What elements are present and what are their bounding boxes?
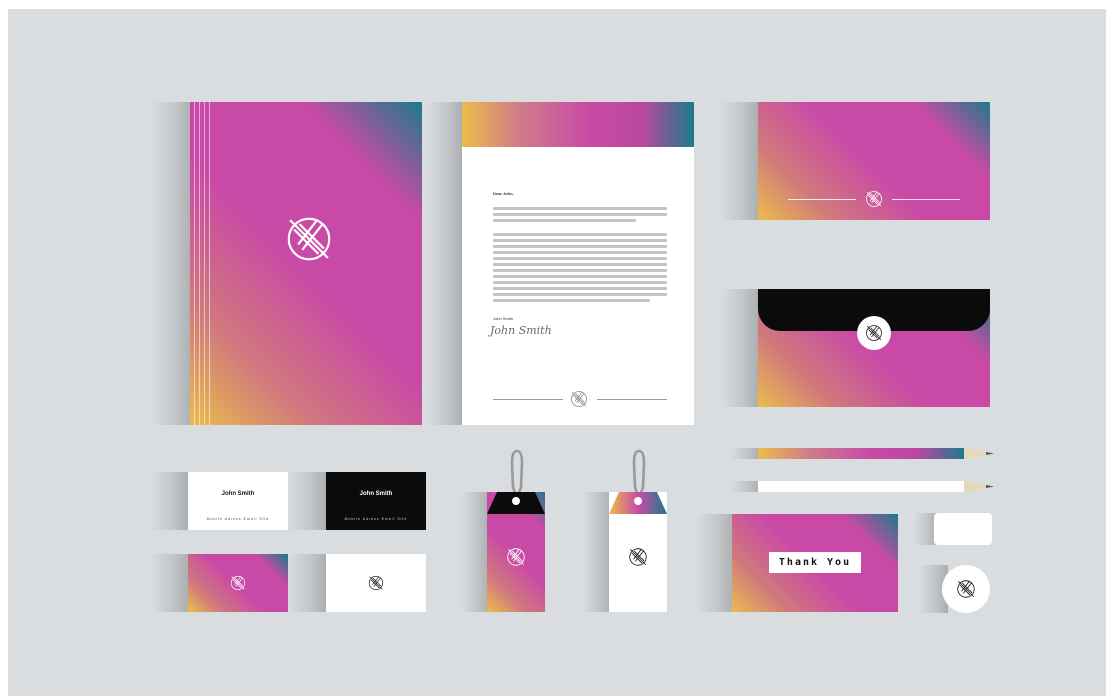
logo-mark-icon [627,546,649,568]
pencil-gradient [758,448,964,459]
bcard-shadow [150,554,190,612]
letterhead-header-band [462,102,694,147]
envelope-shadow [720,289,760,407]
card-contact-line: Mobile Adress Email Site [344,517,408,521]
mockup-stage: Dear John, John Smith John Smith John Sm… [8,9,1106,696]
logo-mark-icon [955,578,977,600]
logo-mark-icon [229,574,247,592]
thanks-shadow [696,514,736,612]
pencil-tip [964,448,994,459]
card-contact-line: Mobile Adress Email Site [206,517,270,521]
folder-shadow [152,102,194,425]
letter-footer-rule-left [493,399,563,400]
logo-mark-icon [367,574,385,592]
bcard-shadow [150,472,190,530]
pencil-shadow [730,481,760,492]
envelope [758,289,990,407]
tag-shadow [460,492,490,612]
logo-mark-icon [569,389,589,409]
hang-tag-white [609,492,667,612]
rect-sticker [934,513,992,545]
business-card-logo [326,554,426,612]
compliment-card [758,102,990,220]
letterhead: Dear John, John Smith John Smith [462,102,694,425]
letter-footer-rule-right [597,399,667,400]
tag-top-band [487,492,545,514]
letter-paragraph-1 [493,207,667,225]
card-rule-left [788,199,856,200]
logo-mark-icon [864,323,884,343]
business-card-gradient [188,554,288,612]
tag-top-band [609,492,667,514]
bcard-shadow [288,554,328,612]
hang-tag-gradient [487,492,545,612]
pencil-white [758,481,964,492]
envelope-seal [857,316,891,350]
logo-mark-icon [282,212,336,266]
thank-you-label: Thank You [769,552,861,573]
tag-shadow [582,492,612,612]
card-shadow [720,102,760,220]
card-rule-right [892,199,960,200]
pencil-shadow [730,448,760,459]
letter-paragraph-2 [493,233,667,305]
thank-you-card: Thank You [732,514,898,612]
letter-signature-script: John Smith [490,324,552,337]
card-name: John Smith [221,491,255,497]
business-card-white: John Smith Mobile Adress Email Site [188,472,288,530]
bcard-shadow [288,472,328,530]
card-name: John Smith [359,491,393,497]
folder [190,102,422,425]
business-card-black: John Smith Mobile Adress Email Site [326,472,426,530]
pencil-tip [964,481,994,492]
logo-mark-icon [505,546,527,568]
letter-shadow [426,102,464,425]
folder-spine [205,102,210,425]
letter-greeting: Dear John, [493,191,514,196]
round-sticker [942,565,990,613]
letter-signature-name: John Smith [493,316,514,321]
logo-mark-icon [864,189,884,209]
